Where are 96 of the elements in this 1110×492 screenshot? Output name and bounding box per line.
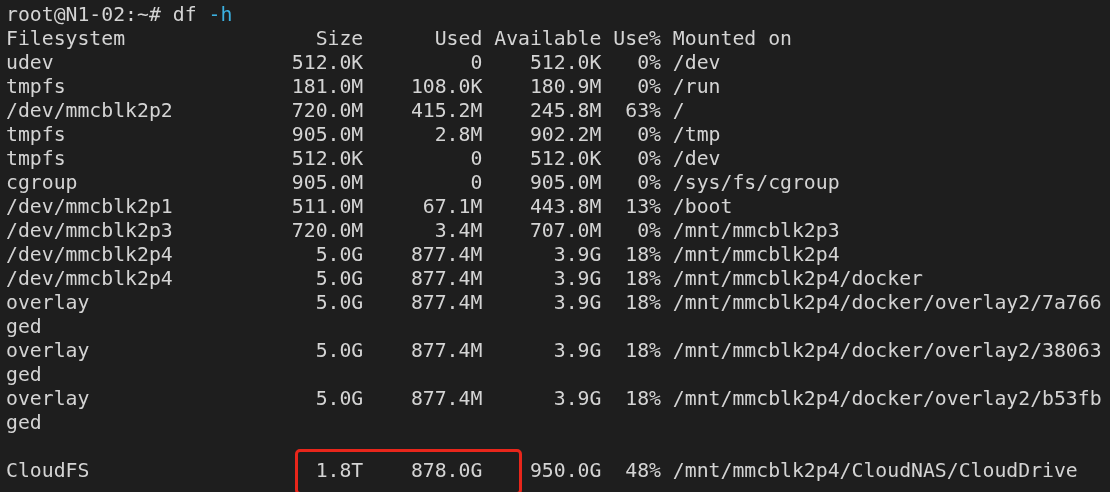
- table-cell: /mnt/mmcblk2p4: [672, 243, 840, 267]
- command-option: -h: [208, 3, 233, 26]
- table-cell-text: 443.8M: [528, 195, 602, 219]
- table-cell-text: 48%: [624, 459, 661, 483]
- table-cell-text: 0: [469, 171, 483, 195]
- table-cell-text: 3.4M: [433, 219, 483, 243]
- table-cell-text: 902.2M: [528, 123, 602, 147]
- table-cell-text: /dev/mmcblk2p4: [6, 267, 174, 291]
- table-cell: /dev: [672, 51, 721, 75]
- table-cell-text: 0: [469, 147, 483, 171]
- table-cell-text: 0%: [636, 171, 661, 195]
- table-cell: 511.0M: [291, 195, 364, 219]
- table-cell-text: 5.0G: [314, 243, 364, 267]
- table-cell: /mnt/mmcblk2p4/docker: [672, 267, 923, 291]
- column-header: Used: [433, 27, 483, 51]
- table-cell-text: 415.2M: [409, 99, 483, 123]
- table-cell: /run: [672, 75, 721, 99]
- table-cell-text: 5.0G: [314, 387, 364, 411]
- table-cell: /mnt/mmcblk2p4/docker/overlay2/b53fb: [672, 387, 1102, 411]
- table-cell-text: 0%: [636, 51, 661, 75]
- table-cell-text: 180.9M: [528, 75, 602, 99]
- table-cell-text: 18%: [624, 243, 661, 267]
- table-cell-text: 245.8M: [528, 99, 602, 123]
- table-cell-text: 0%: [636, 147, 661, 171]
- table-cell-text: 5.0G: [314, 291, 364, 315]
- table-cell-text: 877.4M: [409, 291, 483, 315]
- table-cell: /mnt/mmcblk2p4/CloudNAS/CloudDrive: [672, 459, 1078, 483]
- table-cell: 512.0K: [291, 51, 364, 75]
- table-cell-text: 877.4M: [409, 387, 483, 411]
- table-cell-text: 950.0G: [528, 459, 602, 483]
- wrapped-text: ged: [6, 363, 42, 386]
- table-cell: /boot: [672, 195, 733, 219]
- table-cell-text: 5.0G: [314, 267, 364, 291]
- table-cell: 720.0M: [291, 99, 364, 123]
- column-header: Available: [493, 27, 602, 51]
- table-cell-text: 13%: [624, 195, 661, 219]
- table-cell-text: 877.4M: [409, 267, 483, 291]
- table-cell-text: 67.1M: [421, 195, 483, 219]
- table-cell: /mnt/mmcblk2p3: [672, 219, 840, 243]
- column-header: Size: [314, 27, 364, 51]
- table-cell-text: 0%: [636, 219, 661, 243]
- table-cell-text: 1.8T: [314, 459, 364, 483]
- table-cell-text: /dev/mmcblk2p1: [6, 195, 174, 219]
- table-cell-text: tmpfs: [6, 147, 67, 171]
- table-cell-text: /dev/mmcblk2p2: [6, 99, 174, 123]
- table-cell-text: 18%: [624, 291, 661, 315]
- table-cell: 181.0M: [291, 75, 364, 99]
- table-cell-text: 877.4M: [409, 243, 483, 267]
- table-cell-text: 18%: [624, 387, 661, 411]
- table-cell-text: 3.9G: [552, 243, 602, 267]
- table-cell-text: overlay: [6, 291, 91, 315]
- table-cell-text: 3.9G: [552, 387, 602, 411]
- table-cell-text: /dev/mmcblk2p4: [6, 243, 174, 267]
- table-cell-text: 3.9G: [552, 291, 602, 315]
- table-cell-text: 3.9G: [552, 339, 602, 363]
- table-cell-text: 512.0K: [528, 51, 602, 75]
- table-cell: /: [672, 99, 685, 123]
- table-cell-text: 108.0K: [409, 75, 483, 99]
- table-cell-text: 877.4M: [409, 339, 483, 363]
- wrapped-text: ged: [6, 411, 42, 434]
- wrapped-text: ged: [6, 315, 42, 338]
- table-cell: 720.0M: [291, 219, 364, 243]
- table-cell-text: 707.0M: [528, 219, 602, 243]
- table-cell: /mnt/mmcblk2p4/docker/overlay2/38063: [672, 339, 1102, 363]
- table-cell-text: CloudFS: [6, 459, 91, 483]
- table-cell: /sys/fs/cgroup: [672, 171, 840, 195]
- table-cell-text: 5.0G: [314, 339, 364, 363]
- table-cell-text: 18%: [624, 267, 661, 291]
- column-header: Filesystem: [6, 27, 127, 51]
- table-cell: /mnt/mmcblk2p4/docker/overlay2/7a766: [672, 291, 1102, 315]
- column-header: Use%: [612, 27, 661, 51]
- table-cell: /dev: [672, 147, 721, 171]
- table-cell-text: 18%: [624, 339, 661, 363]
- prompt-text: root@N1-02:~#: [6, 3, 161, 26]
- table-cell-text: tmpfs: [6, 123, 67, 147]
- table-cell-text: cgroup: [6, 171, 79, 195]
- column-header: Mounted on: [672, 27, 792, 51]
- table-cell: 905.0M: [291, 171, 364, 195]
- table-cell-text: 905.0M: [528, 171, 602, 195]
- table-cell: /tmp: [672, 123, 721, 147]
- table-cell-text: 0: [469, 51, 483, 75]
- table-cell-text: tmpfs: [6, 75, 67, 99]
- table-cell-text: 0%: [636, 123, 661, 147]
- table-cell-text: 3.9G: [552, 267, 602, 291]
- table-cell-text: /dev/mmcblk2p3: [6, 219, 174, 243]
- table-cell-text: 878.0G: [409, 459, 483, 483]
- table-cell-text: 512.0K: [528, 147, 602, 171]
- table-cell: 512.0K: [291, 147, 364, 171]
- table-cell-text: overlay: [6, 339, 91, 363]
- table-cell-text: overlay: [6, 387, 91, 411]
- table-cell-text: 0%: [636, 75, 661, 99]
- table-cell-text: 63%: [624, 99, 661, 123]
- table-cell-text: udev: [6, 51, 55, 75]
- command-text: df: [172, 3, 197, 26]
- table-cell: 905.0M: [291, 123, 364, 147]
- table-cell-text: 2.8M: [433, 123, 483, 147]
